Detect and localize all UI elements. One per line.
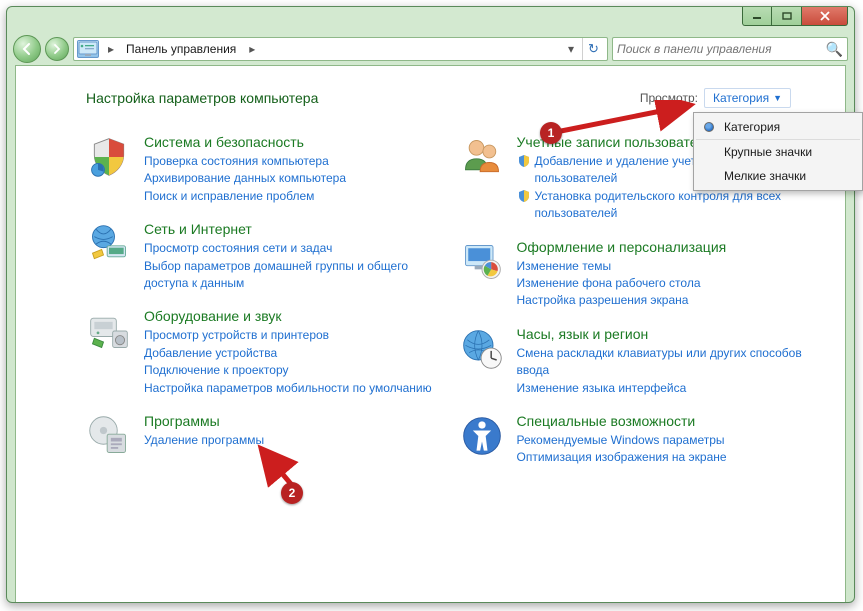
dropdown-arrow-icon[interactable]: ▾ bbox=[564, 42, 578, 56]
address-bar[interactable]: ▸ Панель управления ▸ ▾ ↻ bbox=[73, 37, 608, 61]
view-by-dropdown[interactable]: Категория ▼ bbox=[704, 88, 791, 108]
minimize-button[interactable] bbox=[742, 7, 772, 26]
network-icon bbox=[86, 221, 132, 267]
category-title[interactable]: Сеть и Интернет bbox=[144, 221, 449, 237]
category-link[interactable]: Смена раскладки клавиатуры или других сп… bbox=[517, 345, 822, 380]
view-by-menu: Категория Крупные значки Мелкие значки bbox=[693, 112, 863, 191]
category-title[interactable]: Часы, язык и регион bbox=[517, 326, 822, 342]
annotation-badge-2: 2 bbox=[281, 482, 303, 504]
category-title[interactable]: Оформление и персонализация bbox=[517, 239, 727, 255]
forward-button[interactable] bbox=[45, 37, 69, 61]
category-clock-language: Часы, язык и регион Смена раскладки клав… bbox=[459, 326, 822, 397]
category-link[interactable]: Проверка состояния компьютера bbox=[144, 153, 346, 170]
category-link[interactable]: Рекомендуемые Windows параметры bbox=[517, 432, 727, 449]
user-accounts-icon bbox=[459, 134, 505, 180]
page-title: Настройка параметров компьютера bbox=[86, 90, 318, 106]
control-panel-window: ▸ Панель управления ▸ ▾ ↻ 🔍 Настройка па… bbox=[6, 6, 855, 603]
category-link[interactable]: Настройка разрешения экрана bbox=[517, 292, 727, 309]
search-icon[interactable]: 🔍 bbox=[826, 41, 843, 58]
shield-icon bbox=[517, 154, 531, 168]
category-link[interactable]: Просмотр состояния сети и задач bbox=[144, 240, 449, 257]
category-title[interactable]: Специальные возможности bbox=[517, 413, 727, 429]
uninstall-program-link[interactable]: Удаление программы bbox=[144, 432, 264, 449]
titlebar bbox=[7, 7, 854, 33]
category-link[interactable]: Настройка параметров мобильности по умол… bbox=[144, 380, 432, 397]
search-input[interactable] bbox=[617, 42, 826, 56]
category-link[interactable]: Просмотр устройств и принтеров bbox=[144, 327, 432, 344]
category-link[interactable]: Изменение темы bbox=[517, 258, 727, 275]
category-link[interactable]: Подключение к проектору bbox=[144, 362, 432, 379]
control-panel-icon bbox=[77, 40, 99, 58]
breadcrumb-separator[interactable]: ▸ bbox=[244, 38, 259, 60]
breadcrumb-item[interactable]: Панель управления bbox=[122, 42, 240, 56]
clock-language-icon bbox=[459, 326, 505, 372]
appearance-icon bbox=[459, 239, 505, 285]
category-link[interactable]: Изменение фона рабочего стола bbox=[517, 275, 727, 292]
category-network: Сеть и Интернет Просмотр состояния сети … bbox=[86, 221, 449, 292]
category-link[interactable]: Изменение языка интерфейса bbox=[517, 380, 822, 397]
navbar: ▸ Панель управления ▸ ▾ ↻ 🔍 bbox=[7, 33, 854, 65]
search-box[interactable]: 🔍 bbox=[612, 37, 848, 61]
category-title[interactable]: Программы bbox=[144, 413, 264, 429]
ease-of-access-icon bbox=[459, 413, 505, 459]
category-appearance: Оформление и персонализация Изменение те… bbox=[459, 239, 822, 310]
view-option-category[interactable]: Категория bbox=[696, 115, 860, 140]
maximize-button[interactable] bbox=[772, 7, 802, 26]
category-hardware-sound: Оборудование и звук Просмотр устройств и… bbox=[86, 308, 449, 397]
category-link[interactable]: Добавление устройства bbox=[144, 345, 432, 362]
category-title[interactable]: Оборудование и звук bbox=[144, 308, 432, 324]
breadcrumb-separator[interactable]: ▸ bbox=[103, 38, 118, 60]
refresh-button[interactable]: ↻ bbox=[582, 38, 604, 60]
programs-icon bbox=[86, 413, 132, 459]
category-link[interactable]: Поиск и исправление проблем bbox=[144, 188, 346, 205]
close-button[interactable] bbox=[802, 7, 848, 26]
view-option-small-icons[interactable]: Мелкие значки bbox=[696, 164, 860, 188]
system-security-icon bbox=[86, 134, 132, 180]
category-link[interactable]: Выбор параметров домашней группы и общег… bbox=[144, 258, 449, 293]
shield-icon bbox=[517, 189, 531, 203]
category-title[interactable]: Система и безопасность bbox=[144, 134, 346, 150]
category-system-security: Система и безопасность Проверка состояни… bbox=[86, 134, 449, 205]
category-link[interactable]: Установка родительского контроля для все… bbox=[517, 188, 822, 223]
category-link[interactable]: Оптимизация изображения на экране bbox=[517, 449, 727, 466]
back-button[interactable] bbox=[13, 35, 41, 63]
chevron-down-icon: ▼ bbox=[773, 93, 782, 103]
radio-selected-icon bbox=[704, 122, 714, 132]
annotation-badge-1: 1 bbox=[540, 122, 562, 144]
hardware-sound-icon bbox=[86, 308, 132, 354]
view-by-label: Просмотр: bbox=[640, 91, 698, 105]
category-link[interactable]: Архивирование данных компьютера bbox=[144, 170, 346, 187]
view-option-large-icons[interactable]: Крупные значки bbox=[696, 140, 860, 164]
category-programs: Программы Удаление программы bbox=[86, 413, 449, 459]
category-ease-of-access: Специальные возможности Рекомендуемые Wi… bbox=[459, 413, 822, 467]
